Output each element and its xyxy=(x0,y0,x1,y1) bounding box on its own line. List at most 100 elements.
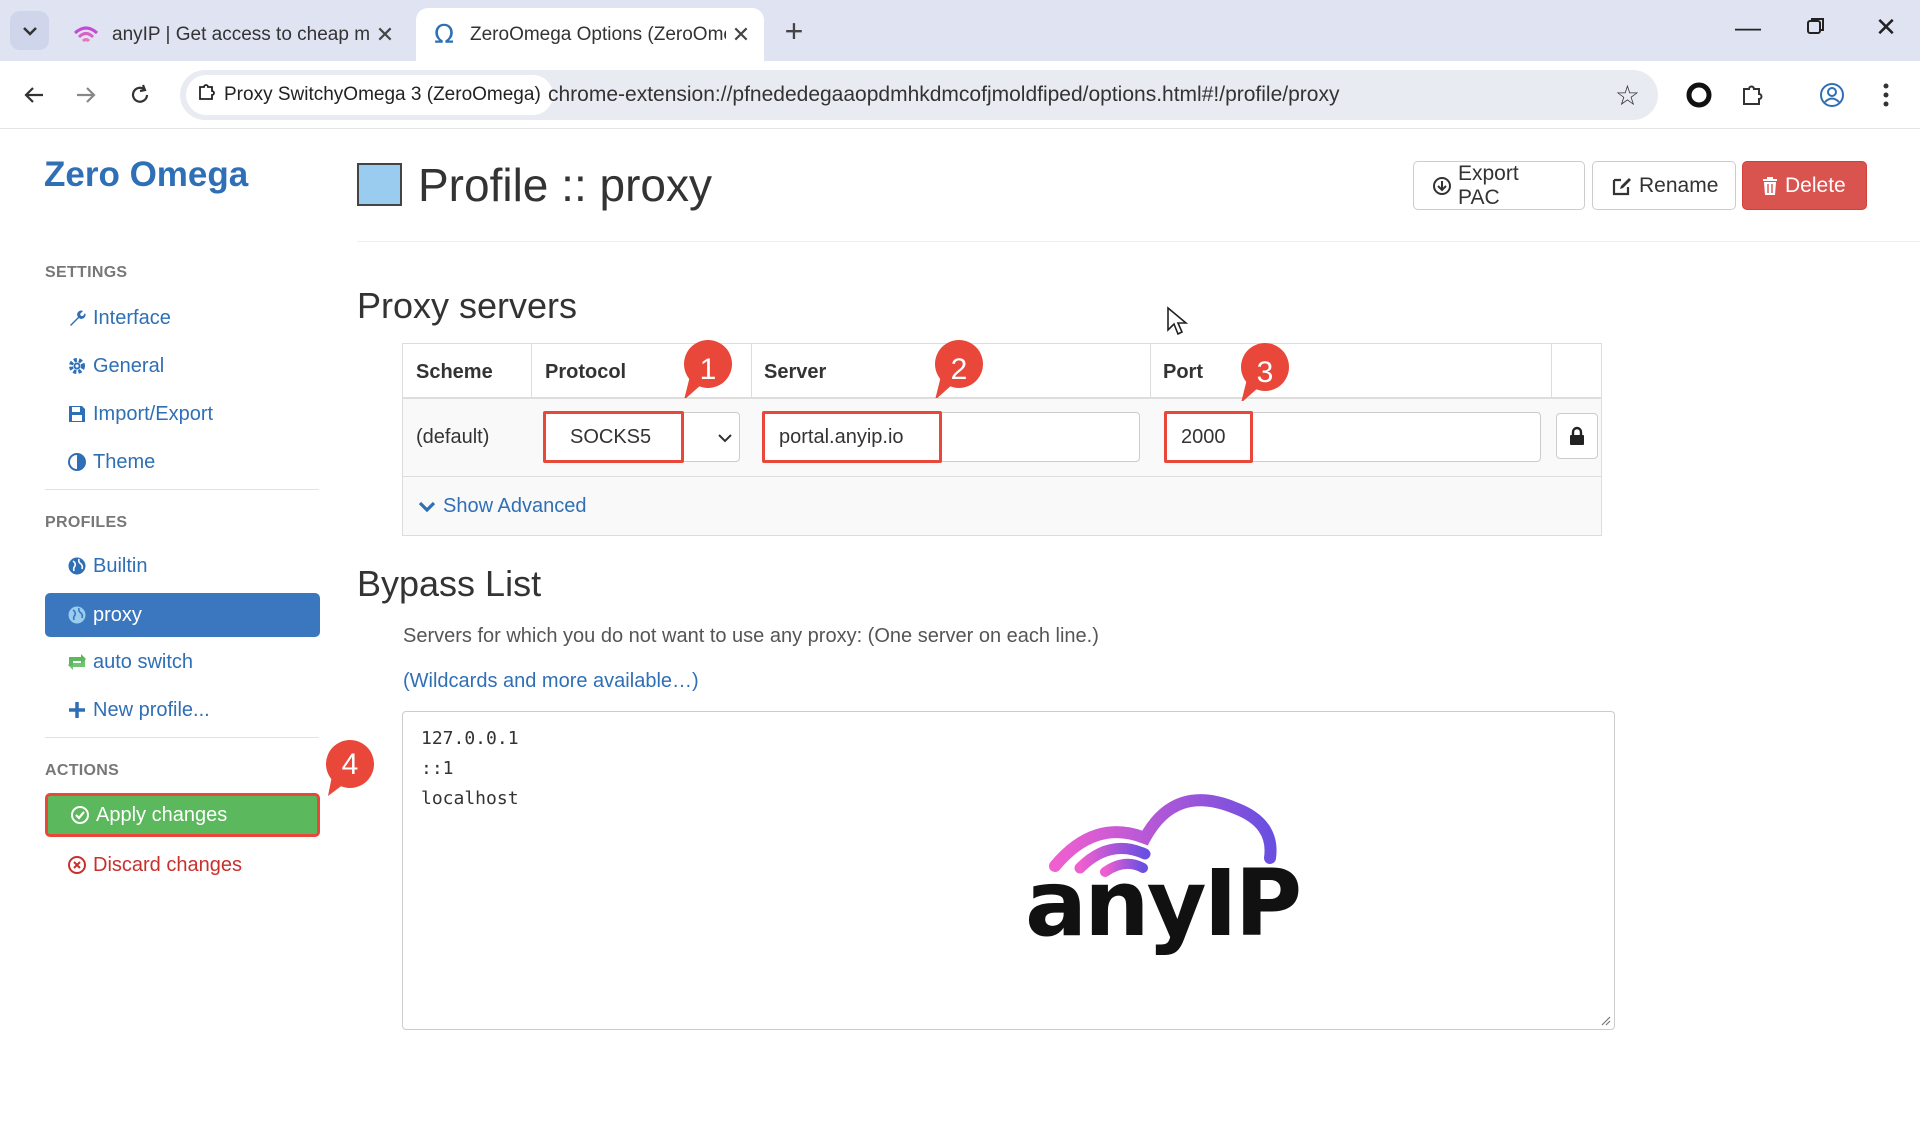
wrench-icon xyxy=(65,308,89,328)
rename-label: Rename xyxy=(1639,173,1719,197)
lock-icon xyxy=(1570,426,1584,445)
sidebar-item-new-profile[interactable]: New profile... xyxy=(45,688,320,732)
trash-icon xyxy=(1761,176,1779,196)
tab-title: ZeroOmega Options (ZeroOme xyxy=(470,23,726,45)
resize-handle-icon[interactable] xyxy=(1599,1014,1611,1026)
arrow-right-icon xyxy=(77,87,96,103)
export-pac-button[interactable]: Export PAC xyxy=(1413,161,1585,210)
highlight-protocol xyxy=(543,411,684,463)
bypass-line: ::1 xyxy=(421,758,454,779)
header-divider xyxy=(357,241,1920,242)
proxy-servers-heading: Proxy servers xyxy=(357,285,578,326)
profile-icon[interactable] xyxy=(1812,75,1852,115)
retweet-icon xyxy=(65,652,89,672)
wifi-icon xyxy=(72,21,100,49)
forward-button[interactable] xyxy=(68,77,104,113)
extension-icon xyxy=(198,83,216,107)
page-title: Profile :: proxy xyxy=(418,159,712,211)
app-brand[interactable]: Zero Omega xyxy=(44,155,248,195)
scheme-cell: (default) xyxy=(416,426,490,448)
close-icon[interactable]: ✕ xyxy=(726,22,756,48)
rename-button[interactable]: Rename xyxy=(1592,161,1736,210)
sidebar-item-interface[interactable]: Interface xyxy=(45,296,320,340)
browser-toolbar: Proxy SwitchyOmega 3 (ZeroOmega) chrome-… xyxy=(0,61,1920,129)
new-tab-button[interactable]: + xyxy=(776,13,812,50)
tab-search-button[interactable] xyxy=(10,11,49,50)
sidebar-item-label: New profile... xyxy=(93,698,210,721)
sidebar-divider xyxy=(45,489,319,490)
profile-color-swatch[interactable] xyxy=(357,163,402,206)
anyip-logo-text: anyIP xyxy=(1025,850,1302,957)
annotation-badge-2: 2 xyxy=(933,340,985,403)
tab-anyip[interactable]: anyIP | Get access to cheap mol ✕ xyxy=(58,8,408,61)
bookmark-star-icon[interactable]: ☆ xyxy=(1615,79,1640,112)
sidebar-item-label: Theme xyxy=(93,450,156,473)
minimize-button[interactable]: — xyxy=(1728,12,1768,43)
column-header-protocol: Protocol xyxy=(545,361,627,383)
sidebar-item-proxy[interactable]: proxy xyxy=(45,593,320,637)
sidebar-item-label: Builtin xyxy=(93,554,148,577)
annotation-badge-4: 4 xyxy=(324,738,376,798)
bypass-line: 127.0.0.1 xyxy=(421,728,519,749)
column-header-server: Server xyxy=(764,361,827,383)
bypass-list-textarea[interactable]: 127.0.0.1 ::1 localhost xyxy=(402,711,1615,1030)
discard-changes-label: Discard changes xyxy=(93,853,242,876)
extension-circle-icon[interactable] xyxy=(1679,75,1719,115)
extensions-puzzle-icon[interactable] xyxy=(1733,75,1773,115)
wildcards-link[interactable]: (Wildcards and more available…) xyxy=(403,670,699,693)
anyip-logo: anyIP xyxy=(1025,788,1302,957)
annotation-badge-1: 1 xyxy=(682,340,734,403)
sidebar-item-theme[interactable]: Theme xyxy=(45,440,320,484)
tab-title: anyIP | Get access to cheap mol xyxy=(112,23,370,45)
sidebar-item-label: auto switch xyxy=(93,650,194,673)
edit-icon xyxy=(1611,176,1633,196)
sidebar-item-import-export[interactable]: Import/Export xyxy=(45,392,320,436)
column-header-port: Port xyxy=(1163,361,1203,383)
proxy-servers-table: Scheme Protocol Server Port (default) SO… xyxy=(402,343,1602,536)
close-window-button[interactable]: ✕ xyxy=(1866,12,1906,43)
reload-button[interactable] xyxy=(122,77,158,113)
tab-zeroomega[interactable]: Ω ZeroOmega Options (ZeroOme ✕ xyxy=(416,8,764,61)
show-advanced-label: Show Advanced xyxy=(443,495,587,517)
sidebar-item-label: proxy xyxy=(93,603,142,626)
highlight-port xyxy=(1164,411,1253,463)
profiles-header: PROFILES xyxy=(45,514,128,531)
close-icon[interactable]: ✕ xyxy=(370,22,400,48)
table-header-row: Scheme Protocol Server Port xyxy=(403,344,1601,399)
auth-lock-button[interactable] xyxy=(1556,413,1598,459)
site-chip-label: Proxy SwitchyOmega 3 (ZeroOmega) xyxy=(224,84,541,105)
sidebar-item-label: General xyxy=(93,354,165,377)
bypass-line: localhost xyxy=(421,788,519,809)
sidebar-item-general[interactable]: General xyxy=(45,344,320,388)
back-button[interactable] xyxy=(16,77,52,113)
bypass-list-heading: Bypass List xyxy=(357,563,542,604)
address-bar[interactable]: Proxy SwitchyOmega 3 (ZeroOmega) chrome-… xyxy=(180,70,1658,120)
discard-changes-button[interactable]: Discard changes xyxy=(45,843,320,887)
delete-button[interactable]: Delete xyxy=(1742,161,1867,210)
plus-icon xyxy=(65,701,89,719)
tab-strip: anyIP | Get access to cheap mol ✕ Ω Zero… xyxy=(0,0,1920,61)
arrow-left-icon xyxy=(24,87,43,103)
sidebar-item-label: Interface xyxy=(93,306,171,329)
url-text[interactable]: chrome-extension://pfnededegaaopdmhkdmco… xyxy=(548,83,1339,107)
apply-changes-button[interactable]: Apply changes xyxy=(45,793,320,837)
highlight-server xyxy=(762,411,942,463)
export-pac-label: Export PAC xyxy=(1458,161,1519,209)
site-info-chip[interactable]: Proxy SwitchyOmega 3 (ZeroOmega) xyxy=(186,75,553,115)
sidebar-item-auto-switch[interactable]: auto switch xyxy=(45,640,320,684)
show-advanced-link[interactable]: Show Advanced xyxy=(417,495,586,518)
sidebar-item-label: Import/Export xyxy=(93,402,214,425)
chevron-down-icon xyxy=(418,501,436,512)
chevron-down-icon xyxy=(22,26,37,36)
annotation-badge-3: 3 xyxy=(1239,343,1291,406)
restore-icon xyxy=(1807,18,1824,34)
restore-button[interactable] xyxy=(1796,12,1836,43)
sidebar-divider xyxy=(45,737,319,738)
menu-kebab-icon[interactable] xyxy=(1866,75,1906,115)
check-circle-icon xyxy=(68,805,92,825)
sidebar-item-builtin[interactable]: Builtin xyxy=(45,544,320,588)
bypass-help-text: Servers for which you do not want to use… xyxy=(403,625,1099,647)
globe-icon xyxy=(65,605,89,625)
x-circle-icon xyxy=(65,855,89,875)
table-row: (default) SOCKS5 portal.anyip.io 2000 xyxy=(403,399,1601,477)
